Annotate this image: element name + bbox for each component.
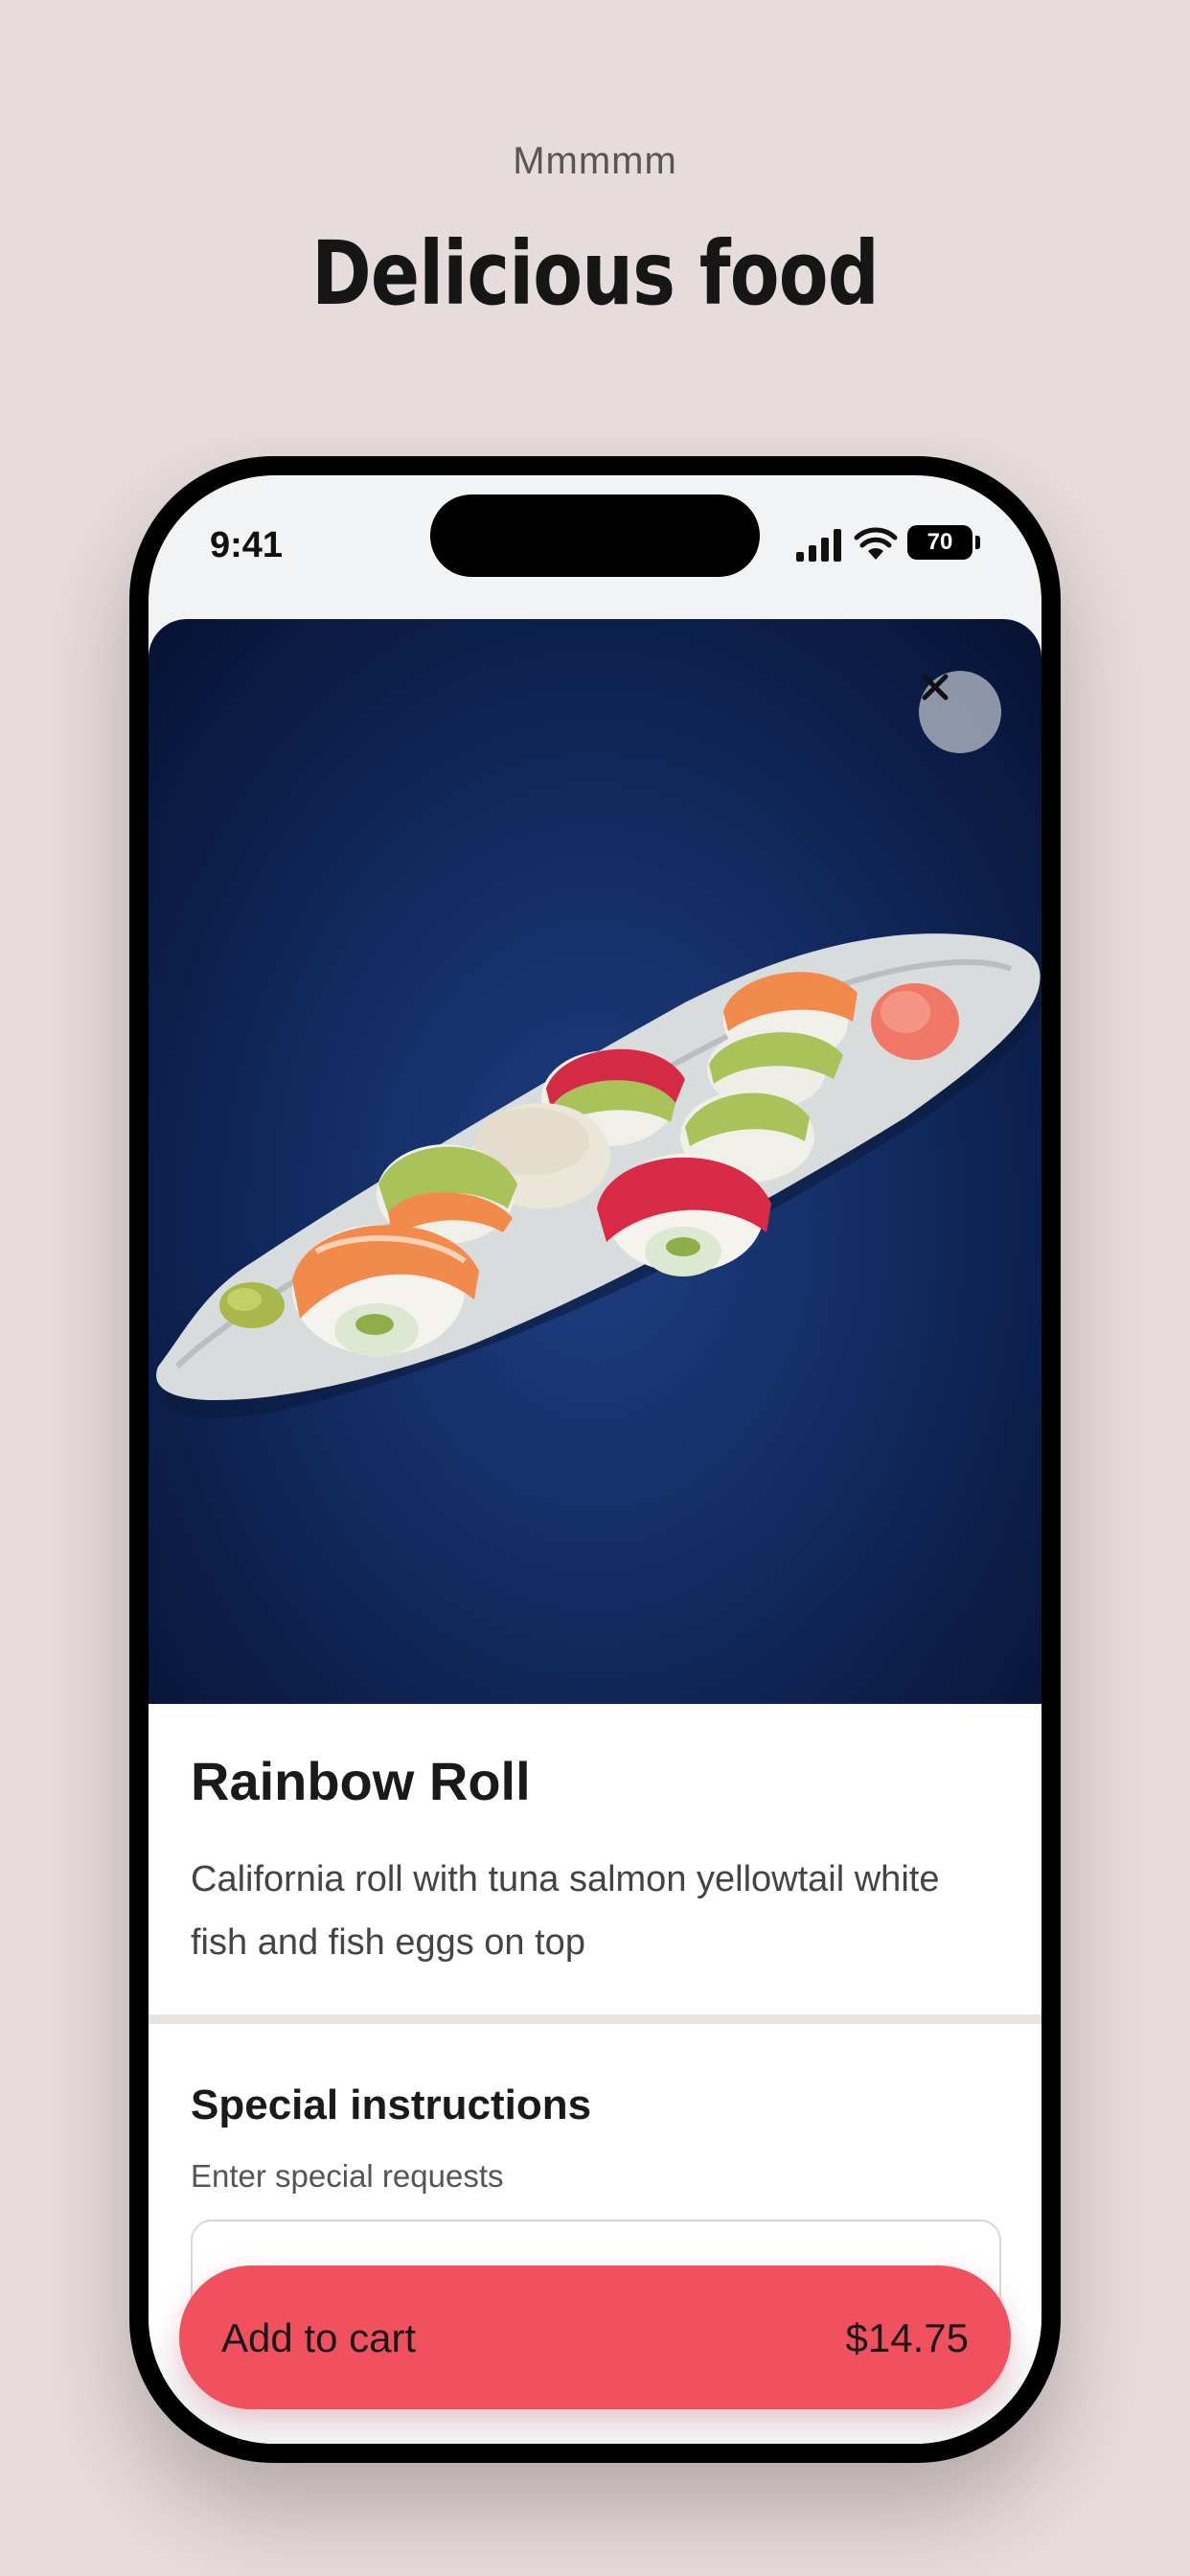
- item-title: Rainbow Roll: [191, 1751, 531, 1811]
- add-to-cart-label: Add to cart: [221, 2315, 417, 2360]
- battery-cap: [975, 536, 980, 549]
- close-icon: [922, 674, 949, 701]
- headline: Delicious food: [311, 222, 880, 325]
- sushi-plate-illustration: [156, 933, 1041, 1418]
- phone-screen: 9:41 70 Rainbow Roll California roll wit…: [149, 475, 1041, 2444]
- special-instructions-title: Special instructions: [191, 2082, 592, 2128]
- close-button[interactable]: [919, 671, 1001, 753]
- wifi-icon: [854, 527, 898, 560]
- battery-level: 70: [907, 525, 973, 560]
- status-bar: 9:41 70: [149, 475, 1041, 619]
- status-time: 9:41: [210, 525, 284, 565]
- section-divider: [149, 2014, 1041, 2024]
- item-photo: [149, 619, 1041, 1704]
- eyebrow-text: Mmmmm: [513, 140, 677, 182]
- phone-frame: 9:41 70 Rainbow Roll California roll wit…: [129, 456, 1061, 2463]
- special-instructions-subtitle: Enter special requests: [191, 2158, 504, 2194]
- item-description: California roll with tuna salmon yellowt…: [191, 1859, 940, 1963]
- dynamic-island: [430, 494, 760, 577]
- cellular-signal-icon: [796, 529, 841, 562]
- add-to-cart-button[interactable]: Add to cart $14.75: [179, 2266, 1011, 2409]
- cart-price: $14.75: [845, 2315, 969, 2360]
- battery-icon: 70: [907, 525, 980, 560]
- item-detail-sheet: Rainbow Roll California roll with tuna s…: [149, 619, 1041, 2444]
